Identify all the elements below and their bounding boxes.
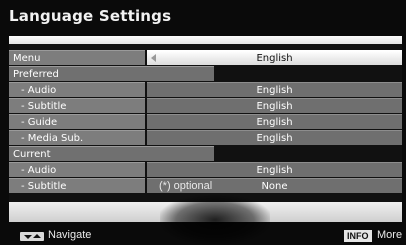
menu-language-label: Menu [9, 50, 145, 65]
current-subtitle-label: - Subtitle [9, 178, 145, 193]
info-key-icon[interactable]: INFO [344, 230, 372, 242]
current-subtitle-value[interactable]: (*) optional None [147, 178, 402, 193]
preferred-audio-value[interactable]: English [147, 82, 402, 97]
preferred-section-label: Preferred [9, 66, 214, 81]
current-subtitle-row[interactable]: - Subtitle (*) optional None [9, 178, 402, 194]
left-arrow-icon[interactable] [151, 54, 156, 62]
current-section-row: Current [9, 146, 402, 162]
menu-language-value[interactable]: English [147, 50, 402, 65]
navigate-hint: Navigate [48, 229, 92, 241]
more-hint: More [377, 229, 403, 241]
page-title: Language Settings [9, 7, 172, 25]
preferred-guide-label: - Guide [9, 114, 145, 129]
current-audio-value[interactable]: English [147, 162, 402, 177]
preferred-subtitle-label: - Subtitle [9, 98, 145, 113]
preferred-media-sub-row[interactable]: - Media Sub. English [9, 130, 402, 146]
settings-panel: Menu English Preferred - Audio English -… [9, 44, 402, 202]
preferred-subtitle-row[interactable]: - Subtitle English [9, 98, 402, 114]
optional-note: (*) optional [159, 180, 213, 192]
preferred-media-sub-label: - Media Sub. [9, 130, 145, 145]
menu-language-text: English [256, 53, 293, 64]
footer: Navigate INFO More [0, 228, 406, 245]
preferred-audio-label: - Audio [9, 82, 145, 97]
arrow-up-icon [33, 234, 41, 238]
current-audio-label: - Audio [9, 162, 145, 177]
preferred-guide-value[interactable]: English [147, 114, 402, 129]
arrow-down-icon [24, 235, 32, 239]
header-divider-bar [9, 36, 402, 44]
preferred-audio-row[interactable]: - Audio English [9, 82, 402, 98]
preferred-guide-row[interactable]: - Guide English [9, 114, 402, 130]
current-audio-row[interactable]: - Audio English [9, 162, 402, 178]
preferred-media-sub-value[interactable]: English [147, 130, 402, 145]
current-section-label: Current [9, 146, 214, 161]
preferred-subtitle-value[interactable]: English [147, 98, 402, 113]
current-subtitle-text: None [261, 181, 288, 192]
preferred-section-row: Preferred [9, 66, 402, 82]
menu-language-row[interactable]: Menu English [9, 50, 402, 66]
navigate-keys-icon [20, 232, 44, 241]
